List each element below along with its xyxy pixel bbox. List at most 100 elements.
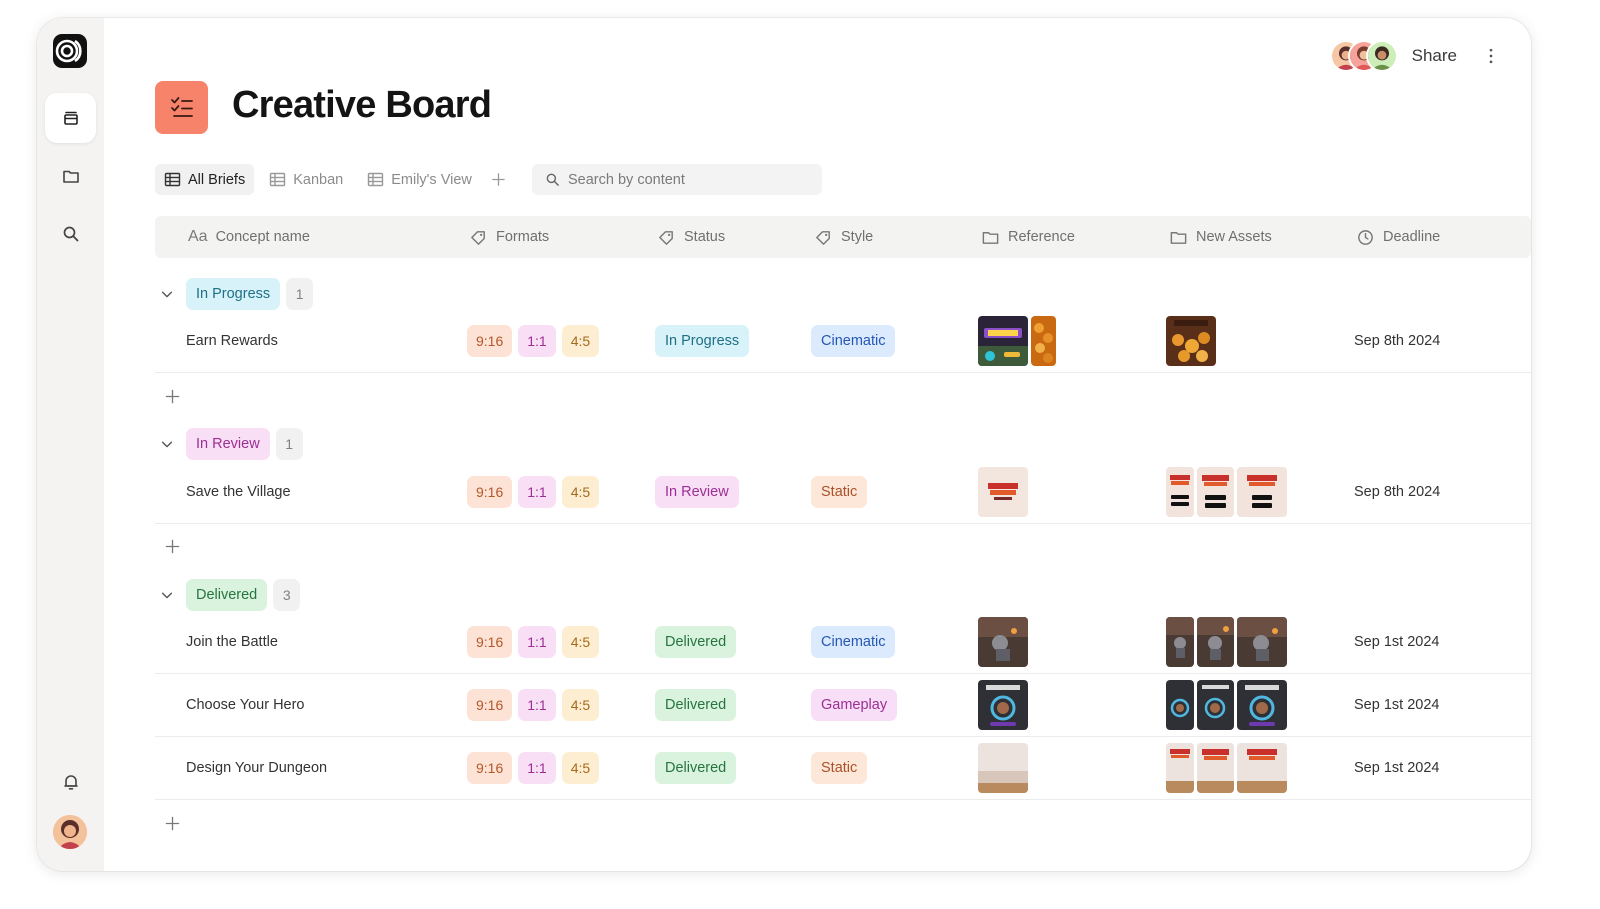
checklist-icon: [170, 96, 193, 117]
add-view-button[interactable]: [487, 168, 511, 192]
search-input[interactable]: Search by content: [532, 164, 822, 195]
formats-cell: 9:16 1:1 4:5: [467, 611, 600, 673]
style-badge: Cinematic: [811, 626, 896, 658]
asset-thumbnail[interactable]: [1166, 617, 1194, 667]
table-icon: [270, 172, 286, 187]
column-new-assets[interactable]: New Assets: [1169, 216, 1272, 258]
add-row-button[interactable]: [161, 535, 183, 557]
status-cell: Delivered: [655, 674, 737, 736]
tab-emilys-view[interactable]: Emily's View: [358, 164, 481, 195]
clock-icon: [1358, 229, 1373, 245]
status-badge: In Review: [655, 476, 739, 508]
asset-thumbnail[interactable]: [1166, 743, 1194, 793]
format-tag: 1:1: [518, 752, 556, 784]
app-window: Share Creative Board All Briefs Kanban E…: [37, 18, 1531, 871]
deadline-cell: Sep 1st 2024: [1354, 634, 1440, 650]
reference-thumbnail[interactable]: [1031, 316, 1056, 366]
sidebar-item-boards[interactable]: [45, 93, 96, 143]
table-icon: [164, 172, 181, 187]
asset-thumbnail[interactable]: [1197, 680, 1234, 730]
reference-thumbnail[interactable]: [978, 680, 1028, 730]
collapse-button[interactable]: [155, 432, 179, 456]
user-avatar[interactable]: [53, 815, 87, 849]
tag-icon: [816, 230, 830, 245]
add-row-button[interactable]: [161, 385, 183, 407]
reference-thumbnail[interactable]: [978, 316, 1028, 366]
tab-kanban[interactable]: Kanban: [260, 164, 352, 195]
format-tag: 9:16: [467, 476, 513, 508]
status-badge: Delivered: [655, 689, 737, 721]
avatar: [1365, 40, 1398, 72]
asset-thumbnail[interactable]: [1197, 467, 1234, 517]
asset-thumbnail[interactable]: [1237, 680, 1287, 730]
deadline-cell: Sep 8th 2024: [1354, 484, 1441, 500]
tag-icon: [659, 230, 673, 245]
deadline-cell: Sep 8th 2024: [1354, 333, 1441, 349]
reference-cell: [978, 461, 1028, 523]
sidebar-item-files[interactable]: [45, 151, 96, 201]
collaborator-avatars[interactable]: [1329, 40, 1398, 72]
group-header-in-progress: In Progress 1: [155, 278, 314, 310]
asset-thumbnail[interactable]: [1166, 316, 1216, 366]
table-row[interactable]: Save the Village 9:16 1:1 4:5 In Review …: [155, 461, 1531, 524]
asset-thumbnail[interactable]: [1237, 467, 1287, 517]
collapse-button[interactable]: [155, 583, 179, 607]
notifications-button[interactable]: [45, 757, 96, 807]
reference-cell: [978, 674, 1028, 736]
sidebar-item-search[interactable]: [45, 209, 96, 259]
chevron-down-icon: [161, 291, 173, 298]
column-status[interactable]: Status: [657, 216, 725, 258]
plus-icon: [165, 816, 179, 830]
chevron-down-icon: [161, 441, 173, 448]
reference-thumbnail[interactable]: [978, 467, 1028, 517]
deadline-cell: Sep 1st 2024: [1354, 697, 1440, 713]
app-logo[interactable]: [53, 34, 87, 68]
main-content: Share Creative Board All Briefs Kanban E…: [104, 18, 1531, 871]
new-assets-cell: [1166, 737, 1287, 799]
column-label: Reference: [1008, 229, 1075, 245]
asset-thumbnail[interactable]: [1166, 680, 1194, 730]
column-label: Style: [841, 229, 874, 245]
concept-name: Save the Village: [186, 484, 291, 500]
column-concept-name[interactable]: Aa Concept name: [188, 216, 310, 258]
concept-name: Choose Your Hero: [186, 697, 305, 713]
more-options-button[interactable]: [1479, 44, 1503, 68]
asset-thumbnail[interactable]: [1237, 743, 1287, 793]
column-label: Formats: [496, 229, 550, 245]
asset-thumbnail[interactable]: [1166, 467, 1194, 517]
new-assets-cell: [1166, 461, 1287, 523]
new-assets-cell: [1166, 674, 1287, 736]
reference-thumbnail[interactable]: [978, 617, 1028, 667]
column-reference[interactable]: Reference: [981, 216, 1075, 258]
column-formats[interactable]: Formats: [469, 216, 549, 258]
collapse-button[interactable]: [155, 282, 179, 306]
formats-cell: 9:16 1:1 4:5: [467, 310, 600, 372]
asset-thumbnail[interactable]: [1237, 617, 1287, 667]
tab-label: Kanban: [293, 171, 344, 188]
format-tag: 4:5: [561, 752, 600, 784]
format-tag: 1:1: [518, 476, 556, 508]
table-row[interactable]: Design Your Dungeon 9:16 1:1 4:5 Deliver…: [155, 737, 1531, 800]
asset-thumbnail[interactable]: [1197, 617, 1234, 667]
table-row[interactable]: Join the Battle 9:16 1:1 4:5 Delivered C…: [155, 611, 1531, 674]
format-tag: 4:5: [561, 476, 600, 508]
tab-all-briefs[interactable]: All Briefs: [155, 164, 255, 195]
reference-cell: [978, 737, 1028, 799]
share-button[interactable]: Share: [1412, 46, 1457, 66]
style-badge: Gameplay: [811, 689, 898, 721]
column-deadline[interactable]: Deadline: [1356, 216, 1440, 258]
style-cell: Cinematic: [811, 611, 896, 673]
column-style[interactable]: Style: [814, 216, 873, 258]
reference-thumbnail[interactable]: [978, 743, 1028, 793]
plus-icon: [492, 173, 506, 186]
add-row-button[interactable]: [161, 812, 183, 834]
table-row[interactable]: Choose Your Hero 9:16 1:1 4:5 Delivered …: [155, 674, 1531, 737]
style-cell: Static: [811, 737, 868, 799]
tab-label: All Briefs: [188, 171, 246, 188]
view-tabs: All Briefs Kanban Emily's View: [155, 164, 511, 195]
asset-thumbnail[interactable]: [1197, 743, 1234, 793]
concept-name: Design Your Dungeon: [186, 760, 328, 776]
table-row[interactable]: Earn Rewards 9:16 1:1 4:5 In Progress Ci…: [155, 310, 1531, 373]
formats-cell: 9:16 1:1 4:5: [467, 737, 600, 799]
status-cell: Delivered: [655, 737, 737, 799]
